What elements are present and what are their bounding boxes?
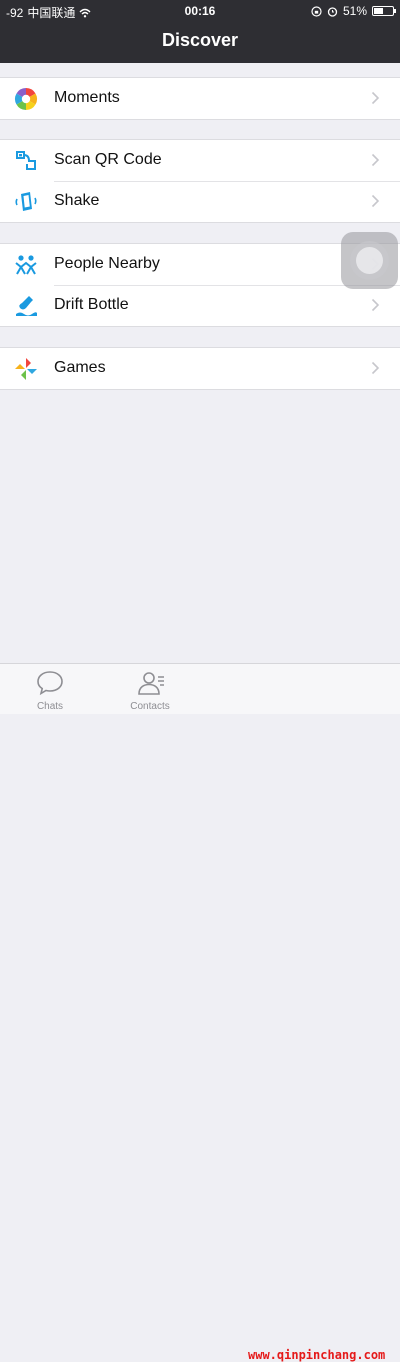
page-title: Discover <box>161 30 239 50</box>
chevron-right-icon <box>371 153 380 167</box>
drift-bottle-icon <box>16 296 37 316</box>
nav-header: -92 中国联通 00:16 51% Discover <box>0 0 400 63</box>
chat-bubble-icon <box>37 671 63 696</box>
games-icon <box>15 358 37 380</box>
tab-bar: Chats Contacts www.qinpinchang.com <box>0 663 400 1362</box>
chevron-right-icon <box>371 298 380 312</box>
group-games: Games <box>0 347 400 390</box>
orientation-lock-icon <box>311 5 322 17</box>
group-moments: Moments <box>0 77 400 120</box>
list-item-drift-bottle[interactable]: Drift Bottle <box>0 285 400 326</box>
tab-contacts-label: Contacts <box>130 701 170 712</box>
contacts-icon <box>138 672 164 695</box>
people-nearby-icon <box>15 255 37 275</box>
list-item-people-nearby[interactable]: People Nearby <box>0 244 400 285</box>
moments-icon <box>15 88 37 110</box>
tab-contacts[interactable]: Contacts <box>115 664 185 714</box>
list-item-games[interactable]: Games <box>0 348 400 389</box>
alarm-icon <box>327 6 338 17</box>
scan-qr-code-label: Scan QR Code <box>54 151 162 168</box>
list-item-moments[interactable]: Moments <box>0 78 400 119</box>
chevron-right-icon <box>371 361 380 375</box>
tab-chats[interactable]: Chats <box>15 664 85 714</box>
status-bar: -92 中国联通 00:16 51% <box>0 0 400 22</box>
tab-chats-label: Chats <box>36 701 64 712</box>
assistive-touch-center <box>356 247 383 274</box>
assistive-touch-button[interactable] <box>341 232 398 289</box>
group-scan-shake: Scan QR Code Shake <box>0 139 400 223</box>
list-item-shake[interactable]: Shake <box>0 181 400 222</box>
chevron-right-icon <box>371 194 380 208</box>
battery-percent: 51% <box>342 4 367 18</box>
status-right: 51% <box>311 4 396 18</box>
watermark-text: www.qinpinchang.com <box>248 1348 386 1362</box>
list-item-scan-qr-code[interactable]: Scan QR Code <box>0 140 400 181</box>
battery-icon <box>372 6 396 16</box>
games-label: Games <box>54 359 106 376</box>
scan-qr-icon <box>16 151 36 170</box>
people-nearby-label: People Nearby <box>54 255 160 272</box>
shake-icon <box>15 192 37 211</box>
group-nearby-bottle: People Nearby Drift Bottle <box>0 243 400 327</box>
chevron-right-icon <box>371 91 380 105</box>
shake-label: Shake <box>54 192 100 209</box>
moments-label: Moments <box>54 89 120 106</box>
drift-bottle-label: Drift Bottle <box>54 296 129 313</box>
